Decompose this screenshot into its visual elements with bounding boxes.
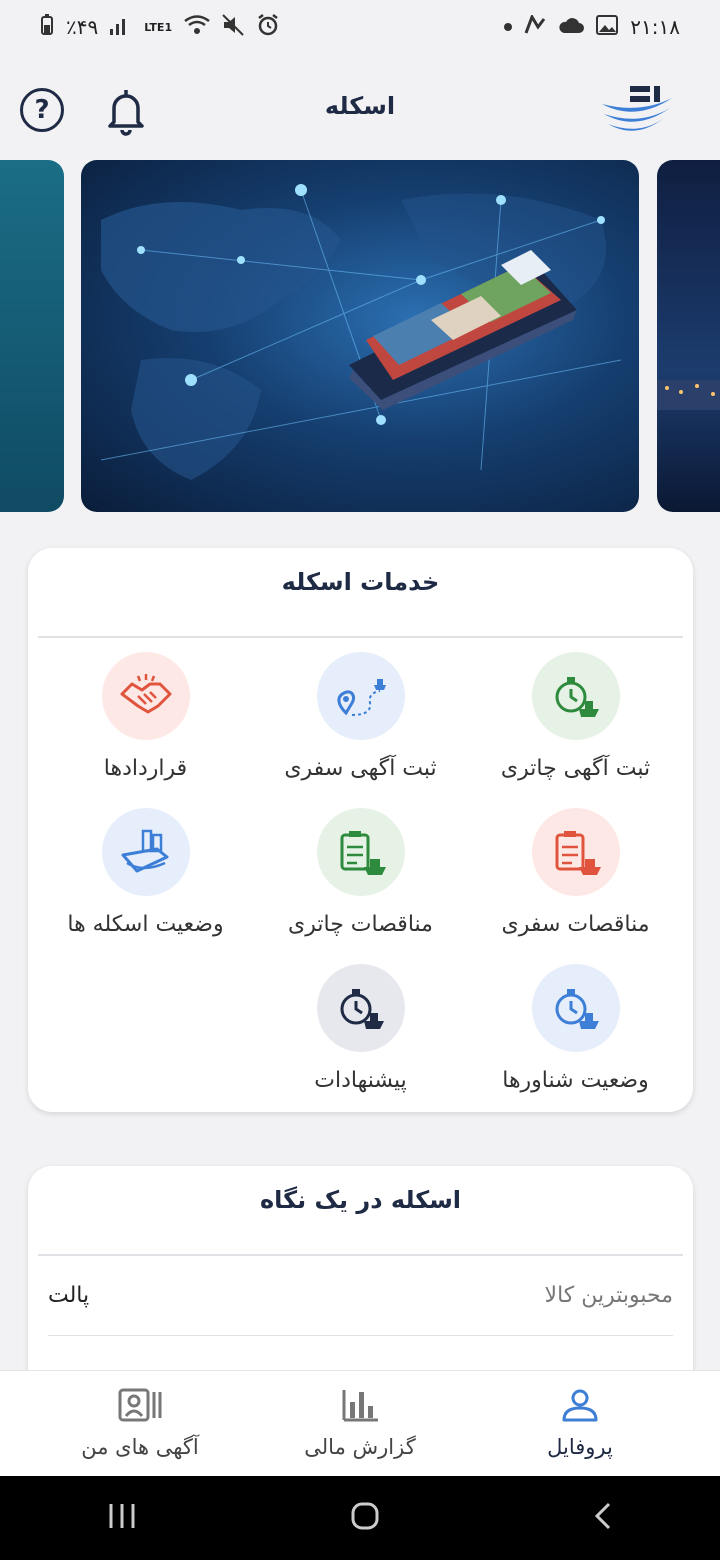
banner-slide-current[interactable]: [81, 160, 639, 512]
battery-percent: ٪۴۹: [66, 15, 99, 39]
system-navigation-bar: [0, 1476, 720, 1560]
route-pin-ship-icon: [316, 652, 405, 740]
wifi-icon: [184, 14, 210, 40]
service-port-status[interactable]: وضعیت اسکله ها: [38, 808, 253, 937]
services-card: خدمات اسکله ثبت آگهی چاتری ثبت آگهی سفری…: [28, 548, 693, 1112]
service-label: ثبت آگهی چاتری: [500, 756, 651, 781]
service-label: پیشنهادات: [314, 1068, 407, 1093]
battery-icon: [40, 13, 54, 41]
nav-my-ads[interactable]: آگهی های من: [55, 1371, 225, 1476]
nav-label: پروفایل: [547, 1435, 613, 1459]
status-bar: ٪۴۹ LTE1 ۲۱:۱۸: [0, 0, 720, 54]
app-header: ? اسکله: [0, 70, 720, 150]
glance-key: محبوبترین کالا: [544, 1283, 673, 1308]
banner-carousel[interactable]: [0, 160, 720, 512]
recent-apps-icon[interactable]: [107, 1502, 137, 1534]
user-icon: [561, 1388, 599, 1427]
back-icon[interactable]: [593, 1501, 613, 1535]
id-card-icon: [118, 1388, 162, 1427]
nav-profile[interactable]: پروفایل: [495, 1371, 665, 1476]
clipboard-ship-icon: [316, 808, 405, 896]
signal-icon: [110, 15, 132, 40]
stopwatch-ship-icon: [316, 964, 405, 1052]
nav-financial-report[interactable]: گزارش مالی: [275, 1371, 445, 1476]
service-offers[interactable]: پیشنهادات: [253, 964, 468, 1093]
service-voyage-ad[interactable]: ثبت آگهی سفری: [253, 652, 468, 781]
port-ship-icon: [101, 808, 190, 896]
service-label: وضعیت اسکله ها: [67, 912, 224, 937]
glance-title: اسکله در یک نگاه: [38, 1166, 683, 1256]
mute-icon: [222, 13, 244, 41]
service-charter-tenders[interactable]: مناقصات چاتری: [253, 808, 468, 937]
service-label: مناقصات سفری: [501, 912, 650, 937]
notification-dot-icon: [504, 23, 513, 31]
service-label: مناقصات چاتری: [288, 912, 433, 937]
service-voyage-tenders[interactable]: مناقصات سفری: [468, 808, 683, 937]
image-icon: [596, 14, 619, 40]
cloud-icon: [558, 15, 585, 39]
glance-row: پالت محبوبترین کالا: [48, 1256, 673, 1336]
service-charter-ad[interactable]: ثبت آگهی چاتری: [468, 652, 683, 781]
clipboard-ship-icon: [531, 808, 620, 896]
glance-value: پالت: [48, 1283, 90, 1308]
app-logo-icon: [600, 84, 676, 138]
handshake-icon: [101, 652, 190, 740]
status-right: ۲۱:۱۸: [504, 13, 680, 40]
status-left: ٪۴۹ LTE1: [40, 13, 280, 42]
home-icon[interactable]: [350, 1501, 380, 1535]
services-title: خدمات اسکله: [38, 548, 683, 638]
app-notification-icon: [524, 13, 546, 40]
bottom-navigation: آگهی های من گزارش مالی پروفایل: [0, 1370, 720, 1476]
service-contracts[interactable]: قراردادها: [38, 652, 253, 781]
bar-chart-icon: [342, 1388, 378, 1427]
stopwatch-ship-icon: [531, 652, 620, 740]
service-vessel-status[interactable]: وضعیت شناورها: [468, 964, 683, 1093]
service-label: قراردادها: [103, 756, 188, 781]
nav-label: آگهی های من: [81, 1435, 199, 1459]
banner-slide-prev[interactable]: [0, 160, 64, 512]
service-label: ثبت آگهی سفری: [284, 756, 437, 781]
network-label: LTE1: [144, 20, 173, 34]
service-label: وضعیت شناورها: [502, 1068, 649, 1093]
nav-label: گزارش مالی: [304, 1435, 416, 1459]
stopwatch-ship-icon: [531, 964, 620, 1052]
clock-time: ۲۱:۱۸: [630, 15, 680, 39]
banner-slide-next[interactable]: [657, 160, 720, 512]
alarm-icon: [256, 13, 280, 42]
